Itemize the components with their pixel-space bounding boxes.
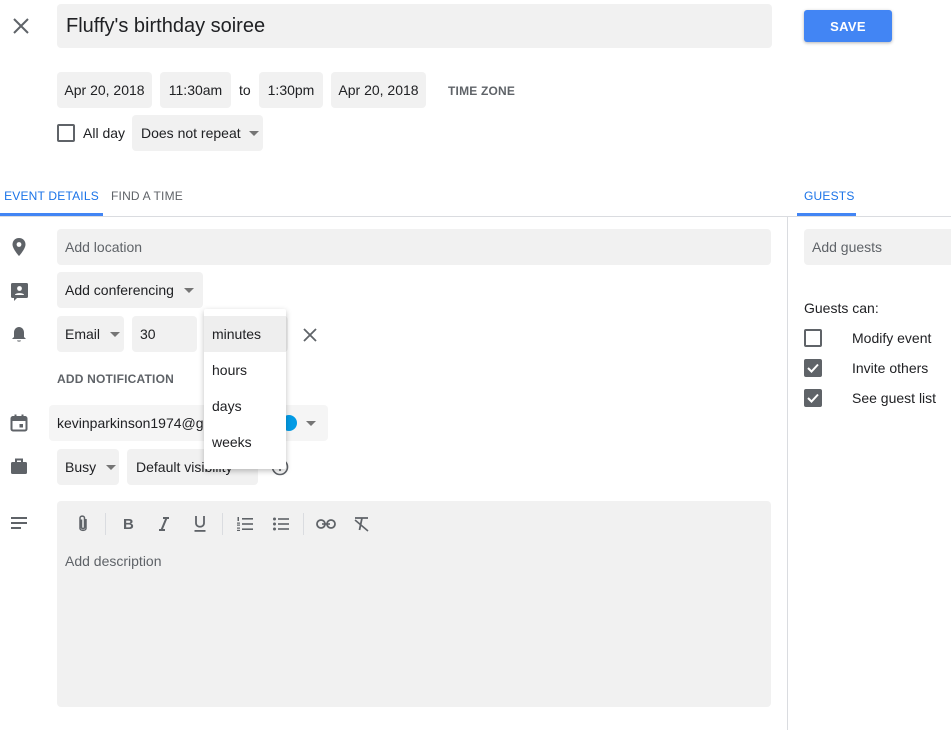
notification-type-value: Email: [65, 326, 101, 342]
description-placeholder: Add description: [65, 553, 162, 569]
numbered-list-icon[interactable]: [231, 510, 259, 538]
event-title-text: Fluffy's birthday soiree: [66, 14, 266, 37]
add-guests-input[interactable]: Add guests: [804, 229, 951, 265]
start-date-field[interactable]: Apr 20, 2018: [57, 72, 152, 108]
unit-option-weeks[interactable]: weeks: [204, 424, 286, 460]
checkmark-icon: [807, 393, 819, 403]
end-time-text: 1:30pm: [267, 82, 315, 98]
conferencing-label: Add conferencing: [65, 282, 174, 298]
all-day-checkbox[interactable]: [57, 124, 75, 142]
briefcase-icon: [10, 458, 28, 475]
link-icon[interactable]: [312, 510, 340, 538]
chevron-down-icon: [306, 421, 316, 426]
unit-dropdown-menu: minutes hours days weeks: [204, 309, 286, 469]
underline-icon[interactable]: [186, 510, 214, 538]
chevron-down-icon: [248, 130, 259, 136]
location-pin-icon: [10, 237, 28, 257]
tabs-divider: [0, 216, 951, 217]
busy-value: Busy: [65, 459, 97, 475]
unit-option-label: hours: [212, 362, 248, 378]
bold-icon[interactable]: B: [114, 510, 142, 538]
bell-icon: [11, 326, 27, 344]
clear-formatting-icon[interactable]: [348, 510, 376, 538]
timezone-button[interactable]: TIME ZONE: [448, 84, 515, 98]
repeat-dropdown[interactable]: Does not repeat: [132, 115, 263, 151]
formatting-toolbar: B: [69, 510, 376, 538]
unit-option-days[interactable]: days: [204, 388, 286, 424]
svg-text:B: B: [123, 516, 134, 532]
conferencing-icon: [10, 282, 29, 301]
all-day-label: All day: [83, 125, 126, 141]
conferencing-dropdown[interactable]: Add conferencing: [57, 272, 203, 308]
add-guests-placeholder: Add guests: [812, 239, 883, 255]
toolbar-divider: [222, 513, 223, 535]
modify-event-checkbox[interactable]: [804, 329, 822, 347]
calendar-owner-text: kevinparkinson1974@gr: [57, 415, 209, 431]
tab-guests[interactable]: GUESTS: [804, 189, 855, 203]
repeat-value: Does not repeat: [141, 125, 241, 141]
close-icon[interactable]: [11, 16, 31, 36]
modify-event-label: Modify event: [852, 330, 932, 346]
busy-dropdown[interactable]: Busy: [57, 449, 119, 485]
end-time-field[interactable]: 1:30pm: [259, 72, 323, 108]
to-label: to: [239, 82, 251, 98]
notification-value-input[interactable]: 30: [132, 316, 197, 352]
save-button[interactable]: SAVE: [804, 10, 892, 42]
toolbar-divider: [105, 513, 106, 535]
calendar-icon: [10, 414, 28, 432]
panel-divider: [787, 216, 788, 730]
see-guest-list-checkbox[interactable]: [804, 389, 822, 407]
tab-find-a-time[interactable]: FIND A TIME: [111, 189, 183, 203]
toolbar-divider: [303, 513, 304, 535]
tab-event-details-label: EVENT DETAILS: [4, 189, 99, 203]
end-date-text: Apr 20, 2018: [338, 82, 419, 98]
tab-guests-label: GUESTS: [804, 189, 855, 203]
italic-icon[interactable]: [150, 510, 178, 538]
tab-find-a-time-label: FIND A TIME: [111, 189, 183, 203]
description-icon: [11, 517, 27, 529]
location-input[interactable]: Add location: [57, 229, 771, 265]
add-notification-button[interactable]: ADD NOTIFICATION: [57, 372, 174, 386]
start-time-text: 11:30am: [168, 82, 223, 98]
location-placeholder: Add location: [65, 239, 143, 255]
chevron-down-icon: [110, 331, 121, 337]
unit-option-label: minutes: [212, 326, 262, 342]
attachment-icon[interactable]: [69, 510, 97, 538]
save-button-label: SAVE: [830, 18, 866, 34]
notification-value-text: 30: [140, 326, 156, 342]
unit-option-label: weeks: [212, 434, 252, 450]
see-guest-list-label: See guest list: [852, 390, 937, 406]
unit-option-hours[interactable]: hours: [204, 352, 286, 388]
bulleted-list-icon[interactable]: [267, 510, 295, 538]
start-time-field[interactable]: 11:30am: [160, 72, 231, 108]
unit-option-minutes[interactable]: minutes: [204, 316, 286, 352]
checkmark-icon: [807, 363, 819, 373]
chevron-down-icon: [183, 287, 194, 293]
chevron-down-icon: [106, 464, 117, 470]
remove-notification-close-icon[interactable]: [302, 327, 318, 343]
guests-can-label: Guests can:: [804, 300, 879, 316]
invite-others-checkbox[interactable]: [804, 359, 822, 377]
notification-type-dropdown[interactable]: Email: [57, 316, 124, 352]
start-date-text: Apr 20, 2018: [64, 82, 145, 98]
unit-option-label: days: [212, 398, 242, 414]
tab-event-details[interactable]: EVENT DETAILS: [0, 182, 103, 216]
invite-others-label: Invite others: [852, 360, 929, 376]
end-date-field[interactable]: Apr 20, 2018: [331, 72, 426, 108]
event-title-input[interactable]: Fluffy's birthday soiree: [57, 4, 772, 48]
